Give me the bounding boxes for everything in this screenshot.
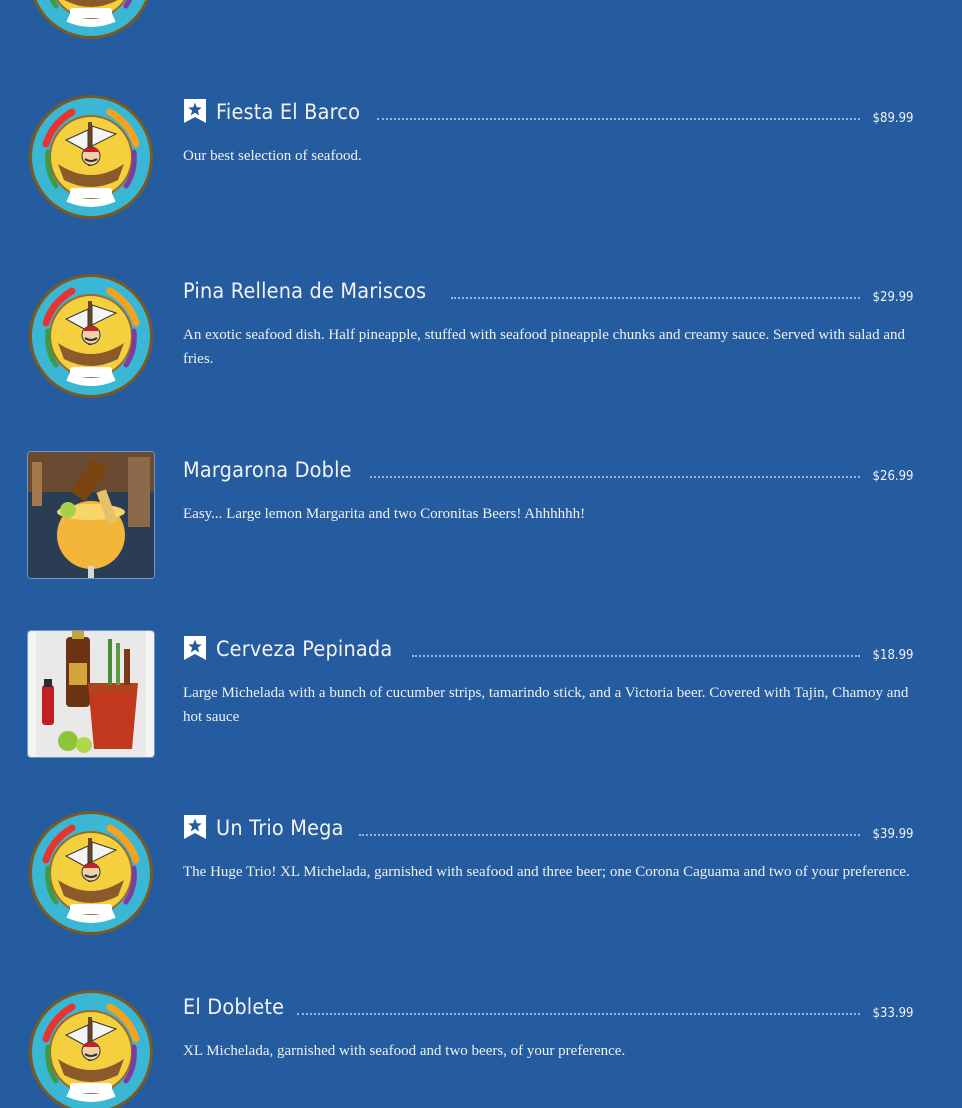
menu-item[interactable]: Cerveza Pepinada $18.99 Large Michelada …: [0, 631, 962, 781]
menu-item-image[interactable]: [28, 631, 154, 757]
menu-item-description: An exotic seafood dish. Half pineapple, …: [183, 327, 905, 367]
menu-item-description: XL Michelada, garnished with seafood and…: [183, 1043, 626, 1059]
menu-item-price: $29.99: [872, 290, 913, 305]
featured-star-icon: [183, 636, 207, 660]
menu-item[interactable]: Fiesta El Barco $89.99 Our best selectio…: [0, 94, 962, 244]
michelada-photo-icon: [28, 631, 154, 757]
featured-star-icon: [183, 815, 207, 839]
menu-item-price: $39.99: [872, 827, 913, 842]
dotted-leader: [451, 296, 860, 299]
menu-item-header: Fiesta El Barco $89.99: [183, 94, 913, 130]
fiesta-caribe-logo-icon: [28, 989, 154, 1108]
menu-item-description: Large Michelada with a bunch of cucumber…: [183, 685, 909, 725]
menu-item-name[interactable]: El Doblete: [183, 993, 284, 1021]
menu-item-name[interactable]: Margarona Doble: [183, 456, 352, 484]
menu-item[interactable]: Un Trio Mega $39.99 The Huge Trio! XL Mi…: [0, 810, 962, 960]
menu-item-image[interactable]: [28, 94, 154, 220]
dotted-leader: [411, 654, 860, 657]
menu-item-name[interactable]: Pina Rellena de Mariscos: [183, 277, 426, 305]
menu-item-price: $18.99: [872, 648, 913, 663]
menu-item-header: Un Trio Mega $39.99: [183, 810, 913, 846]
menu-item-name[interactable]: Fiesta El Barco: [216, 98, 360, 126]
menu-item[interactable]: El Doblete $33.99 XL Michelada, garnishe…: [0, 989, 962, 1108]
fiesta-caribe-logo-icon: [28, 94, 154, 220]
dotted-leader: [370, 475, 860, 478]
dotted-leader: [358, 833, 860, 836]
menu-item-image-logo-partial: [28, 0, 154, 40]
menu-item-header: Pina Rellena de Mariscos $29.99: [183, 273, 913, 309]
fiesta-caribe-logo-icon: [28, 810, 154, 936]
menu-item-image[interactable]: [28, 810, 154, 936]
menu-item-description: Our best selection of seafood.: [183, 148, 362, 164]
menu-item-header: Margarona Doble $26.99: [183, 452, 913, 488]
fiesta-caribe-logo-icon: [28, 0, 154, 40]
menu-item-name[interactable]: Un Trio Mega: [216, 814, 344, 842]
featured-star-icon: [183, 99, 207, 123]
menu-item-description: The Huge Trio! XL Michelada, garnished w…: [183, 864, 910, 880]
menu-item[interactable]: Margarona Doble $26.99 Easy... Large lem…: [0, 452, 962, 602]
menu-item-price: $89.99: [872, 111, 913, 126]
menu-item-description: Easy... Large lemon Margarita and two Co…: [183, 506, 586, 522]
margarita-photo-icon: [28, 452, 154, 578]
menu-item-image[interactable]: [28, 273, 154, 399]
dotted-leader: [297, 1012, 860, 1015]
fiesta-caribe-logo-icon: [28, 273, 154, 399]
menu-item-header: El Doblete $33.99: [183, 989, 913, 1025]
dotted-leader: [376, 117, 860, 120]
menu-item-header: Cerveza Pepinada $18.99: [183, 631, 913, 667]
menu-item[interactable]: Pina Rellena de Mariscos $29.99 An exoti…: [0, 273, 962, 423]
menu-item-price: $26.99: [872, 469, 913, 484]
menu-item-image[interactable]: [28, 452, 154, 578]
menu-item-price: $33.99: [872, 1006, 913, 1021]
menu-item-name[interactable]: Cerveza Pepinada: [216, 635, 392, 663]
menu-item-image[interactable]: [28, 989, 154, 1108]
